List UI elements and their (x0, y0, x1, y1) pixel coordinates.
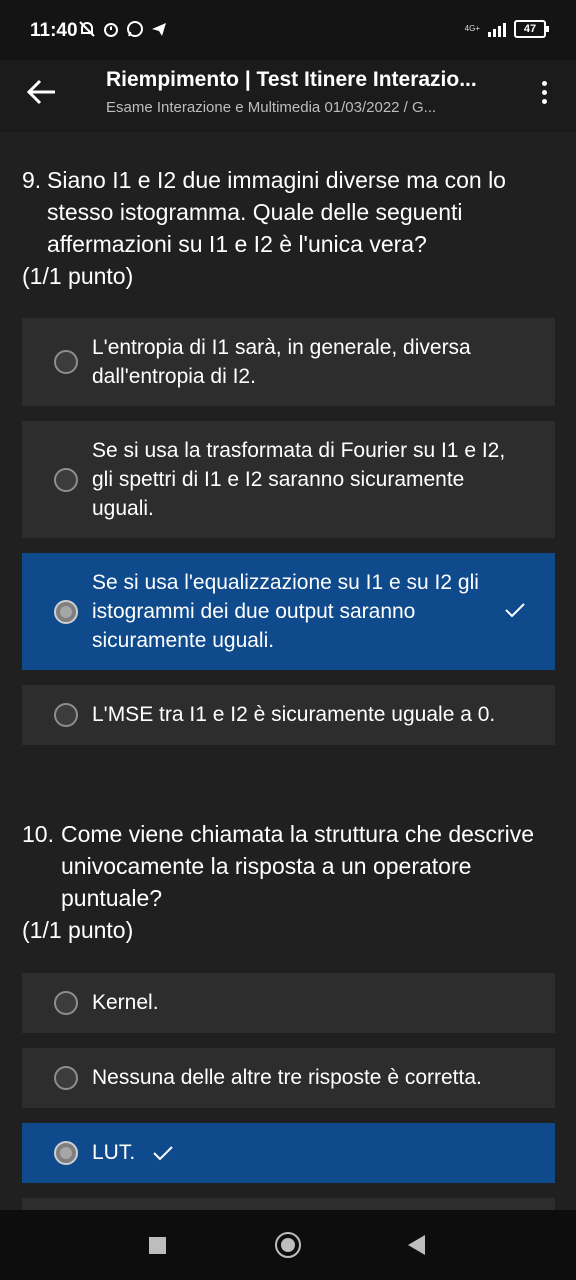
telegram-icon (152, 23, 166, 36)
page-title: Riempimento | Test Itinere Interazio... (106, 68, 477, 91)
option-label: L'MSE tra I1 e I2 è sicuramente uguale a… (92, 703, 496, 726)
question-text: Siano I1 e I2 due immagini diverse ma co… (47, 167, 506, 257)
question-number: 10. (22, 821, 54, 847)
radio-button-selected[interactable] (54, 1141, 78, 1165)
answer-option[interactable]: L'entropia di I1 sarà, in generale, dive… (22, 318, 555, 406)
option-label: Kernel. (92, 991, 159, 1014)
answer-option-selected[interactable]: LUT. (22, 1123, 555, 1183)
home-button[interactable] (275, 1232, 301, 1258)
answer-option[interactable]: L'MSE tra I1 e I2 è sicuramente uguale a… (22, 685, 555, 745)
answer-option[interactable]: Se si usa la trasformata di Fourier su I… (22, 421, 555, 538)
status-right: 4G+ 47 (464, 20, 549, 38)
question-9: 9. Siano I1 e I2 due immagini diverse ma… (22, 164, 562, 292)
check-icon (505, 603, 525, 618)
radio-button[interactable] (54, 350, 78, 374)
answer-option-partial[interactable] (22, 1198, 555, 1210)
option-label: Nessuna delle altre tre risposte è corre… (92, 1066, 482, 1089)
answer-option[interactable]: Kernel. (22, 973, 555, 1033)
radio-button[interactable] (54, 468, 78, 492)
radio-button[interactable] (54, 991, 78, 1015)
answer-option[interactable]: Nessuna delle altre tre risposte è corre… (22, 1048, 555, 1108)
question-10: 10. Come viene chiamata la struttura che… (22, 818, 562, 946)
option-label: Se si usa la trasformata di Fourier su I… (92, 439, 506, 520)
question-points: (1/1 punto) (22, 917, 134, 943)
status-bar: 11:40 4G+ 47 (0, 0, 576, 60)
answer-option-selected[interactable]: Se si usa l'equalizzazione su I1 e su I2… (22, 553, 555, 670)
back-button[interactable] (408, 1235, 425, 1255)
question-points: (1/1 punto) (22, 263, 134, 289)
battery-icon: 47 (514, 20, 549, 38)
quiz-content: 9. Siano I1 e I2 due immagini diverse ma… (0, 132, 576, 1210)
network-type: 4G+ (464, 24, 480, 33)
system-nav-bar (0, 1210, 576, 1280)
option-label: L'entropia di I1 sarà, in generale, dive… (92, 336, 471, 388)
breadcrumb: Esame Interazione e Multimedia 01/03/202… (106, 99, 437, 116)
whatsapp-icon (127, 21, 143, 37)
check-icon (153, 1146, 173, 1161)
more-options-icon[interactable] (538, 78, 550, 108)
radio-button[interactable] (54, 703, 78, 727)
back-arrow-icon[interactable] (24, 74, 60, 110)
alarm-icon (104, 23, 118, 37)
bell-off-icon (79, 21, 95, 37)
option-label: Se si usa l'equalizzazione su I1 e su I2… (92, 571, 479, 652)
status-time: 11:40 (30, 20, 78, 41)
signal-icon (488, 21, 506, 37)
radio-button-selected[interactable] (54, 600, 78, 624)
question-text: Come viene chiamata la struttura che des… (61, 821, 534, 911)
screen: 11:40 4G+ 47 Riempimento | Test Itinere … (0, 0, 576, 1280)
radio-button[interactable] (54, 1066, 78, 1090)
notification-icons (78, 20, 168, 38)
recents-button[interactable] (149, 1237, 166, 1254)
app-header: Riempimento | Test Itinere Interazio... … (0, 60, 576, 132)
question-number: 9. (22, 167, 42, 193)
